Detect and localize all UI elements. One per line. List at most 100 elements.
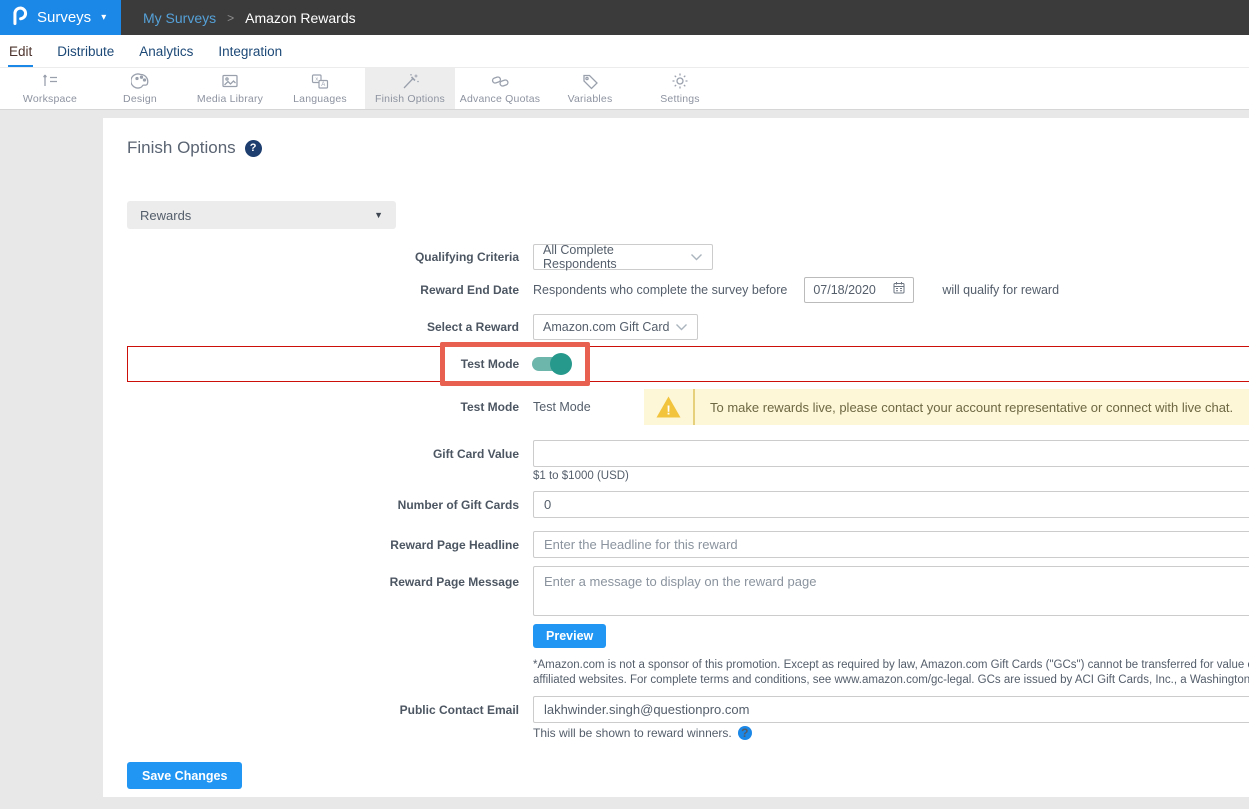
reward-end-date-label: Reward End Date [127, 283, 519, 297]
test-mode-toggle[interactable] [532, 357, 569, 371]
settings-icon [671, 72, 689, 90]
reward-page-message-label: Reward Page Message [127, 566, 519, 589]
rewards-dropdown-value: Rewards [140, 208, 191, 223]
test-mode-status-label: Test Mode [127, 400, 519, 414]
app-menu-label: Surveys [37, 9, 91, 26]
reward-end-date-value: 07/18/2020 [813, 283, 876, 297]
public-contact-email-label: Public Contact Email [127, 703, 519, 717]
tab-integration[interactable]: Integration [217, 38, 283, 67]
select-reward-row: Select a Reward Amazon.com Gift Card [127, 314, 1249, 340]
design-icon [131, 73, 150, 90]
toolbar-item-label: Settings [660, 93, 700, 105]
public-contact-email-helper: This will be shown to reward winners. ? [533, 726, 752, 740]
select-reward-label: Select a Reward [127, 320, 519, 334]
toolbar-item-label: Languages [293, 93, 347, 105]
annotation-red-box: Test Mode [440, 342, 590, 386]
rewards-dropdown[interactable]: Rewards ▼ [127, 201, 396, 229]
toolbar-item-languages[interactable]: xA Languages [275, 68, 365, 109]
number-of-gift-cards-input[interactable] [533, 491, 1249, 518]
tab-analytics[interactable]: Analytics [138, 38, 194, 67]
toolbar-item-workspace[interactable]: Workspace [5, 68, 95, 109]
variables-icon [581, 73, 600, 90]
media-library-icon [220, 73, 240, 90]
toolbar-item-variables[interactable]: Variables [545, 68, 635, 109]
reward-page-message-row: Reward Page Message [127, 566, 1249, 616]
help-icon[interactable]: ? [738, 726, 752, 740]
qualifying-criteria-value: All Complete Respondents [543, 243, 690, 271]
advance-quotas-icon [490, 73, 511, 90]
save-changes-button[interactable]: Save Changes [127, 762, 242, 789]
page-title: Finish Options ? [127, 138, 262, 158]
toolbar-item-label: Variables [568, 93, 613, 105]
public-contact-email-row: Public Contact Email [127, 696, 1249, 723]
workspace-icon [40, 73, 60, 90]
breadcrumb: My Surveys > Amazon Rewards [143, 0, 356, 35]
edit-toolbar: Workspace Design Media Library xA Langua… [0, 67, 1249, 110]
finish-options-panel: Finish Options ? Rewards ▼ Qualifying Cr… [103, 118, 1249, 797]
reward-end-date-input[interactable]: 07/18/2020 [804, 277, 914, 303]
reward-page-headline-label: Reward Page Headline [127, 538, 519, 552]
qualifying-criteria-row: Qualifying Criteria All Complete Respond… [127, 244, 1249, 270]
disclaimer-line-1: *Amazon.com is not a sponsor of this pro… [533, 658, 1249, 673]
breadcrumb-my-surveys[interactable]: My Surveys [143, 10, 216, 26]
preview-button[interactable]: Preview [533, 624, 606, 648]
svg-text:x: x [315, 76, 318, 82]
reward-page-message-textarea[interactable] [533, 566, 1249, 616]
caret-down-icon: ▼ [374, 210, 383, 220]
select-reward-select[interactable]: Amazon.com Gift Card [533, 314, 698, 340]
surveys-app-menu[interactable]: Surveys ▾ [0, 0, 121, 35]
breadcrumb-separator: > [227, 11, 234, 25]
qualifying-criteria-select[interactable]: All Complete Respondents [533, 244, 713, 270]
gift-card-value-input[interactable] [533, 440, 1249, 467]
toggle-knob [550, 353, 572, 375]
gift-card-value-row: Gift Card Value [127, 440, 1249, 467]
toolbar-item-design[interactable]: Design [95, 68, 185, 109]
reward-end-date-suffix: will qualify for reward [942, 283, 1059, 297]
toolbar-item-label: Finish Options [375, 93, 445, 105]
chevron-down-icon: ▾ [101, 12, 106, 23]
svg-text:A: A [321, 82, 325, 88]
reward-page-headline-input[interactable] [533, 531, 1249, 558]
toolbar-item-finish-options[interactable]: Finish Options [365, 68, 455, 109]
public-contact-email-input[interactable] [533, 696, 1249, 723]
warning-triangle-icon: ! [644, 395, 693, 419]
top-header: Surveys ▾ My Surveys > Amazon Rewards [0, 0, 1249, 35]
warning-text: To make rewards live, please contact you… [710, 400, 1233, 415]
annotation-red-band [127, 346, 1249, 382]
reward-end-date-prefix: Respondents who complete the survey befo… [533, 283, 787, 297]
email-helper-text: This will be shown to reward winners. [533, 726, 732, 740]
questionpro-logo-icon [10, 4, 29, 31]
number-of-gift-cards-label: Number of Gift Cards [127, 498, 519, 512]
amazon-disclaimer: *Amazon.com is not a sponsor of this pro… [533, 658, 1249, 688]
toolbar-item-label: Media Library [197, 93, 263, 105]
help-icon[interactable]: ? [245, 140, 262, 157]
disclaimer-line-2: affiliated websites. For complete terms … [533, 673, 1249, 688]
toolbar-item-media-library[interactable]: Media Library [185, 68, 275, 109]
tab-edit[interactable]: Edit [8, 38, 33, 67]
test-mode-status-row: Test Mode Test Mode ! To make rewards li… [127, 389, 1249, 425]
chevron-down-icon [690, 248, 703, 266]
test-mode-toggle-label: Test Mode [461, 357, 519, 371]
app-window: Surveys ▾ My Surveys > Amazon Rewards Ed… [0, 0, 1249, 809]
test-mode-status-value: Test Mode [533, 400, 591, 414]
toolbar-item-advance-quotas[interactable]: Advance Quotas [455, 68, 545, 109]
toolbar-item-label: Design [123, 93, 157, 105]
calendar-icon [893, 281, 905, 299]
languages-icon: xA [310, 73, 330, 90]
test-mode-warning-banner: ! To make rewards live, please contact y… [644, 389, 1249, 425]
reward-page-headline-row: Reward Page Headline [127, 531, 1249, 558]
main-tabbar: Edit Distribute Analytics Integration [0, 35, 1249, 67]
reward-end-date-row: Reward End Date Respondents who complete… [127, 277, 1249, 303]
warning-divider [693, 389, 695, 425]
finish-options-icon [400, 73, 420, 90]
breadcrumb-current-survey: Amazon Rewards [245, 10, 356, 26]
toolbar-item-settings[interactable]: Settings [635, 68, 725, 109]
toolbar-item-label: Workspace [23, 93, 77, 105]
number-of-gift-cards-row: Number of Gift Cards [127, 491, 1249, 518]
svg-text:!: ! [666, 403, 670, 418]
select-reward-value: Amazon.com Gift Card [543, 320, 669, 334]
toolbar-item-label: Advance Quotas [460, 93, 540, 105]
gift-card-value-label: Gift Card Value [127, 447, 519, 461]
tab-distribute[interactable]: Distribute [56, 38, 115, 67]
gift-card-value-helper: $1 to $1000 (USD) [533, 470, 629, 482]
